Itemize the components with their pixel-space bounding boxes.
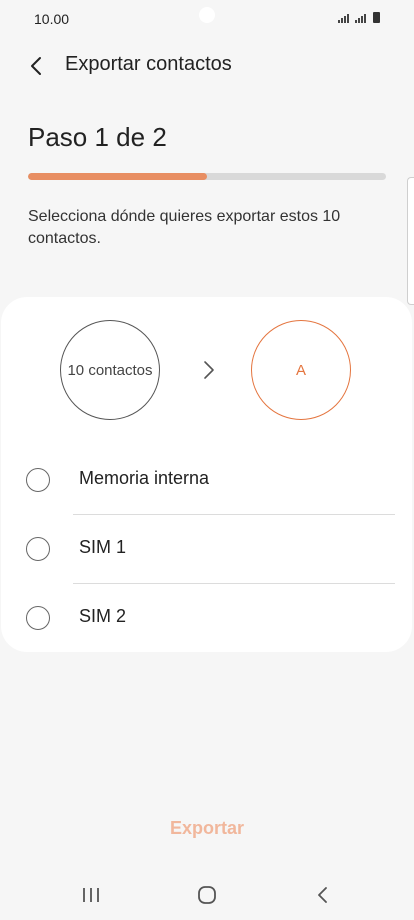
- option-label: Memoria interna: [79, 468, 210, 488]
- option-sim-2[interactable]: SIM 2: [1, 584, 412, 652]
- signal-icon: [338, 14, 349, 23]
- destination-circle: A: [251, 320, 351, 420]
- back-button[interactable]: [22, 51, 52, 81]
- radio-button[interactable]: [26, 537, 50, 561]
- option-memoria-interna[interactable]: Memoria interna: [1, 446, 412, 514]
- radio-button[interactable]: [26, 606, 50, 630]
- app-bar: Exportar contactos: [0, 45, 414, 85]
- destination-label: A: [295, 361, 306, 379]
- source-circle: 10 contactos: [60, 320, 160, 420]
- home-button[interactable]: [192, 882, 222, 908]
- description-text: Selecciona dónde quieres exportar estos …: [28, 208, 341, 247]
- source-label: 10 contactos: [67, 361, 153, 379]
- progress-fill: [28, 173, 207, 180]
- step-title: Paso 1 de 2: [28, 122, 167, 152]
- export-button[interactable]: Exportar: [0, 818, 414, 839]
- recent-apps-icon: [83, 888, 99, 902]
- option-label: SIM 1: [79, 537, 127, 557]
- nav-back-button[interactable]: [308, 882, 338, 908]
- progress-bar: [28, 173, 386, 180]
- camera-cutout: [199, 7, 215, 23]
- scroll-handle[interactable]: [407, 177, 414, 305]
- home-icon: [198, 886, 216, 904]
- chevron-right-icon: [204, 361, 214, 379]
- status-icons: [338, 12, 380, 23]
- status-time: 10.00: [34, 11, 70, 27]
- signal-icon: [355, 14, 366, 23]
- option-label: SIM 2: [79, 606, 127, 626]
- battery-icon: [373, 12, 380, 23]
- option-sim-1[interactable]: SIM 1: [1, 515, 412, 583]
- navigation-bar: [0, 870, 414, 920]
- back-arrow-icon: [31, 57, 41, 75]
- status-bar: 10.00: [0, 0, 414, 40]
- back-icon: [318, 887, 327, 903]
- export-card: 10 contactos A Memoria interna SIM 1 SIM…: [1, 297, 412, 652]
- recent-apps-button[interactable]: [76, 882, 106, 908]
- radio-button[interactable]: [26, 468, 50, 492]
- page-title: Exportar contactos: [65, 53, 232, 75]
